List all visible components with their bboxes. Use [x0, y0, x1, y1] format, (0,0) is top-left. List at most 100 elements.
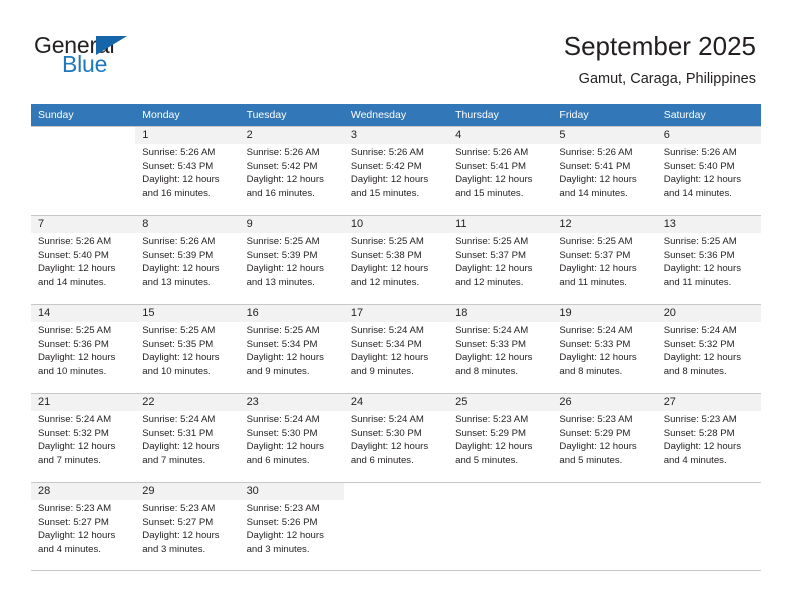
sunrise-text: Sunrise: 5:23 AM	[663, 414, 737, 425]
day-cell[interactable]: 11 Sunrise: 5:25 AM Sunset: 5:37 PM Dayligh…	[448, 215, 553, 304]
calendar-cell: 18 Sunrise: 5:24 AM Sunset: 5:33 PM Dayligh…	[448, 304, 553, 393]
daylight-text-line1: Daylight: 12 hours	[350, 441, 429, 453]
day-details: Sunrise: 5:26 AM Sunset: 5:42 PM Daylight:…	[240, 144, 344, 200]
day-cell[interactable]: 7 Sunrise: 5:26 AM Sunset: 5:40 PM Daylight…	[31, 215, 136, 304]
day-cell[interactable]: 25 Sunrise: 5:23 AM Sunset: 5:29 PM Dayligh…	[448, 393, 553, 482]
weekday-header-saturday: Saturday	[656, 104, 761, 126]
day-number: 19	[552, 305, 657, 322]
daylight-text-line2: and 15 minutes.	[350, 187, 420, 199]
day-cell[interactable]: 6 Sunrise: 5:26 AM Sunset: 5:40 PM Daylight…	[656, 126, 761, 215]
day-details: Sunrise: 5:23 AM Sunset: 5:27 PM Daylight:…	[31, 500, 135, 556]
calendar-cell: 30 Sunrise: 5:23 AM Sunset: 5:26 PM Dayligh…	[239, 482, 344, 571]
day-cell[interactable]: 1 Sunrise: 5:26 AM Sunset: 5:43 PM Daylight…	[135, 126, 240, 215]
day-cell[interactable]: 21 Sunrise: 5:24 AM Sunset: 5:32 PM Dayligh…	[31, 393, 136, 482]
day-number	[552, 483, 656, 500]
sunrise-text: Sunrise: 5:26 AM	[559, 147, 633, 158]
day-cell[interactable]: 5 Sunrise: 5:26 AM Sunset: 5:41 PM Daylight…	[552, 126, 657, 215]
day-details: Sunrise: 5:26 AM Sunset: 5:42 PM Daylight:…	[344, 144, 448, 200]
calendar-cell: 9 Sunrise: 5:25 AM Sunset: 5:39 PM Daylight…	[239, 215, 344, 304]
day-number: 16	[239, 305, 344, 322]
calendar-cell: 29 Sunrise: 5:23 AM Sunset: 5:27 PM Dayligh…	[135, 482, 240, 571]
day-number: 17	[343, 305, 449, 322]
daylight-text-line2: and 12 minutes.	[350, 276, 420, 288]
calendar-cell	[31, 126, 136, 215]
sunset-text: Sunset: 5:40 PM	[38, 249, 109, 261]
daylight-text-line2: and 12 minutes.	[455, 276, 524, 288]
sunrise-text: Sunrise: 5:26 AM	[246, 147, 320, 158]
sunset-text: Sunset: 5:34 PM	[246, 338, 318, 350]
sunset-text: Sunset: 5:42 PM	[350, 160, 422, 172]
day-details: Sunrise: 5:26 AM Sunset: 5:43 PM Daylight:…	[135, 144, 239, 200]
day-cell[interactable]: 2 Sunrise: 5:26 AM Sunset: 5:42 PM Daylight…	[239, 126, 344, 215]
day-cell[interactable]: 28 Sunrise: 5:23 AM Sunset: 5:27 PM Dayligh…	[31, 482, 136, 571]
day-cell[interactable]: 29 Sunrise: 5:23 AM Sunset: 5:27 PM Dayligh…	[135, 482, 240, 571]
sunset-text: Sunset: 5:37 PM	[455, 249, 527, 261]
sunset-text: Sunset: 5:30 PM	[350, 427, 422, 439]
day-cell[interactable]: 22 Sunrise: 5:24 AM Sunset: 5:31 PM Dayligh…	[135, 393, 240, 482]
day-details: Sunrise: 5:26 AM Sunset: 5:41 PM Daylight:…	[552, 144, 656, 200]
daylight-text-line2: and 4 minutes.	[38, 543, 101, 555]
daylight-text-line1: Daylight: 12 hours	[559, 441, 637, 453]
day-number: 24	[343, 394, 449, 411]
calendar-grid: Sunday Monday Tuesday Wednesday Thursday…	[31, 104, 761, 571]
calendar-week-row: 7 Sunrise: 5:26 AM Sunset: 5:40 PM Daylight…	[31, 215, 761, 304]
day-cell[interactable]: 4 Sunrise: 5:26 AM Sunset: 5:41 PM Daylight…	[448, 126, 553, 215]
daylight-text-line2: and 16 minutes.	[246, 187, 315, 199]
sunset-text: Sunset: 5:32 PM	[38, 427, 109, 439]
day-details: Sunrise: 5:24 AM Sunset: 5:32 PM Daylight:…	[31, 411, 135, 467]
day-number: 25	[448, 394, 553, 411]
day-cell[interactable]: 18 Sunrise: 5:24 AM Sunset: 5:33 PM Dayligh…	[448, 304, 553, 393]
daylight-text-line2: and 6 minutes.	[350, 454, 414, 466]
sunrise-text: Sunrise: 5:26 AM	[455, 147, 529, 158]
day-number: 9	[239, 216, 344, 233]
daylight-text-line1: Daylight: 12 hours	[142, 530, 220, 542]
day-cell[interactable]: 20 Sunrise: 5:24 AM Sunset: 5:32 PM Dayligh…	[656, 304, 761, 393]
day-cell	[552, 482, 657, 571]
day-number: 20	[656, 305, 761, 322]
day-details: Sunrise: 5:25 AM Sunset: 5:39 PM Daylight:…	[240, 233, 344, 289]
day-cell[interactable]: 13 Sunrise: 5:25 AM Sunset: 5:36 PM Dayligh…	[656, 215, 761, 304]
calendar-cell	[656, 482, 761, 571]
daylight-text-line2: and 9 minutes.	[350, 365, 414, 377]
daylight-text-line2: and 8 minutes.	[663, 365, 727, 377]
day-cell[interactable]: 23 Sunrise: 5:24 AM Sunset: 5:30 PM Dayligh…	[239, 393, 344, 482]
daylight-text-line2: and 13 minutes.	[142, 276, 211, 288]
sunset-text: Sunset: 5:41 PM	[559, 160, 631, 172]
sunrise-text: Sunrise: 5:24 AM	[38, 414, 112, 425]
day-number: 23	[239, 394, 344, 411]
day-details: Sunrise: 5:25 AM Sunset: 5:36 PM Daylight:…	[657, 233, 761, 289]
sunrise-text: Sunrise: 5:25 AM	[246, 236, 320, 247]
day-cell[interactable]: 27 Sunrise: 5:23 AM Sunset: 5:28 PM Dayligh…	[656, 393, 761, 482]
day-details: Sunrise: 5:26 AM Sunset: 5:40 PM Daylight:…	[31, 233, 135, 289]
day-cell[interactable]: 3 Sunrise: 5:26 AM Sunset: 5:42 PM Daylight…	[343, 126, 449, 215]
weekday-header-wednesday: Wednesday	[343, 104, 449, 126]
day-cell[interactable]: 19 Sunrise: 5:24 AM Sunset: 5:33 PM Dayligh…	[552, 304, 657, 393]
day-cell[interactable]: 24 Sunrise: 5:24 AM Sunset: 5:30 PM Dayligh…	[343, 393, 449, 482]
general-blue-logo[interactable]: General Blue	[34, 32, 214, 82]
sunrise-text: Sunrise: 5:26 AM	[38, 236, 112, 247]
daylight-text-line2: and 5 minutes.	[455, 454, 519, 466]
sunrise-text: Sunrise: 5:26 AM	[350, 147, 424, 158]
calendar-cell: 17 Sunrise: 5:24 AM Sunset: 5:34 PM Dayligh…	[343, 304, 449, 393]
calendar-cell: 7 Sunrise: 5:26 AM Sunset: 5:40 PM Daylight…	[31, 215, 136, 304]
day-cell[interactable]: 8 Sunrise: 5:26 AM Sunset: 5:39 PM Daylight…	[135, 215, 240, 304]
sunrise-text: Sunrise: 5:25 AM	[455, 236, 529, 247]
day-cell[interactable]: 12 Sunrise: 5:25 AM Sunset: 5:37 PM Dayligh…	[552, 215, 657, 304]
day-cell[interactable]: 9 Sunrise: 5:25 AM Sunset: 5:39 PM Daylight…	[239, 215, 344, 304]
sunrise-text: Sunrise: 5:24 AM	[455, 325, 529, 336]
day-cell[interactable]: 15 Sunrise: 5:25 AM Sunset: 5:35 PM Dayligh…	[135, 304, 240, 393]
day-cell[interactable]: 26 Sunrise: 5:23 AM Sunset: 5:29 PM Dayligh…	[552, 393, 657, 482]
daylight-text-line1: Daylight: 12 hours	[38, 263, 116, 275]
day-details: Sunrise: 5:23 AM Sunset: 5:26 PM Daylight:…	[240, 500, 344, 556]
calendar-cell: 5 Sunrise: 5:26 AM Sunset: 5:41 PM Daylight…	[552, 126, 657, 215]
day-cell[interactable]: 16 Sunrise: 5:25 AM Sunset: 5:34 PM Dayligh…	[239, 304, 344, 393]
sunset-text: Sunset: 5:35 PM	[142, 338, 214, 350]
daylight-text-line1: Daylight: 12 hours	[455, 441, 533, 453]
day-cell[interactable]: 10 Sunrise: 5:25 AM Sunset: 5:38 PM Dayligh…	[343, 215, 449, 304]
day-cell[interactable]: 14 Sunrise: 5:25 AM Sunset: 5:36 PM Dayligh…	[31, 304, 136, 393]
sunset-text: Sunset: 5:26 PM	[246, 516, 318, 528]
sunrise-text: Sunrise: 5:24 AM	[350, 325, 424, 336]
day-cell[interactable]: 30 Sunrise: 5:23 AM Sunset: 5:26 PM Dayligh…	[239, 482, 344, 571]
day-cell[interactable]: 17 Sunrise: 5:24 AM Sunset: 5:34 PM Dayligh…	[343, 304, 449, 393]
page-subtitle: Gamut, Caraga, Philippines	[578, 71, 756, 87]
